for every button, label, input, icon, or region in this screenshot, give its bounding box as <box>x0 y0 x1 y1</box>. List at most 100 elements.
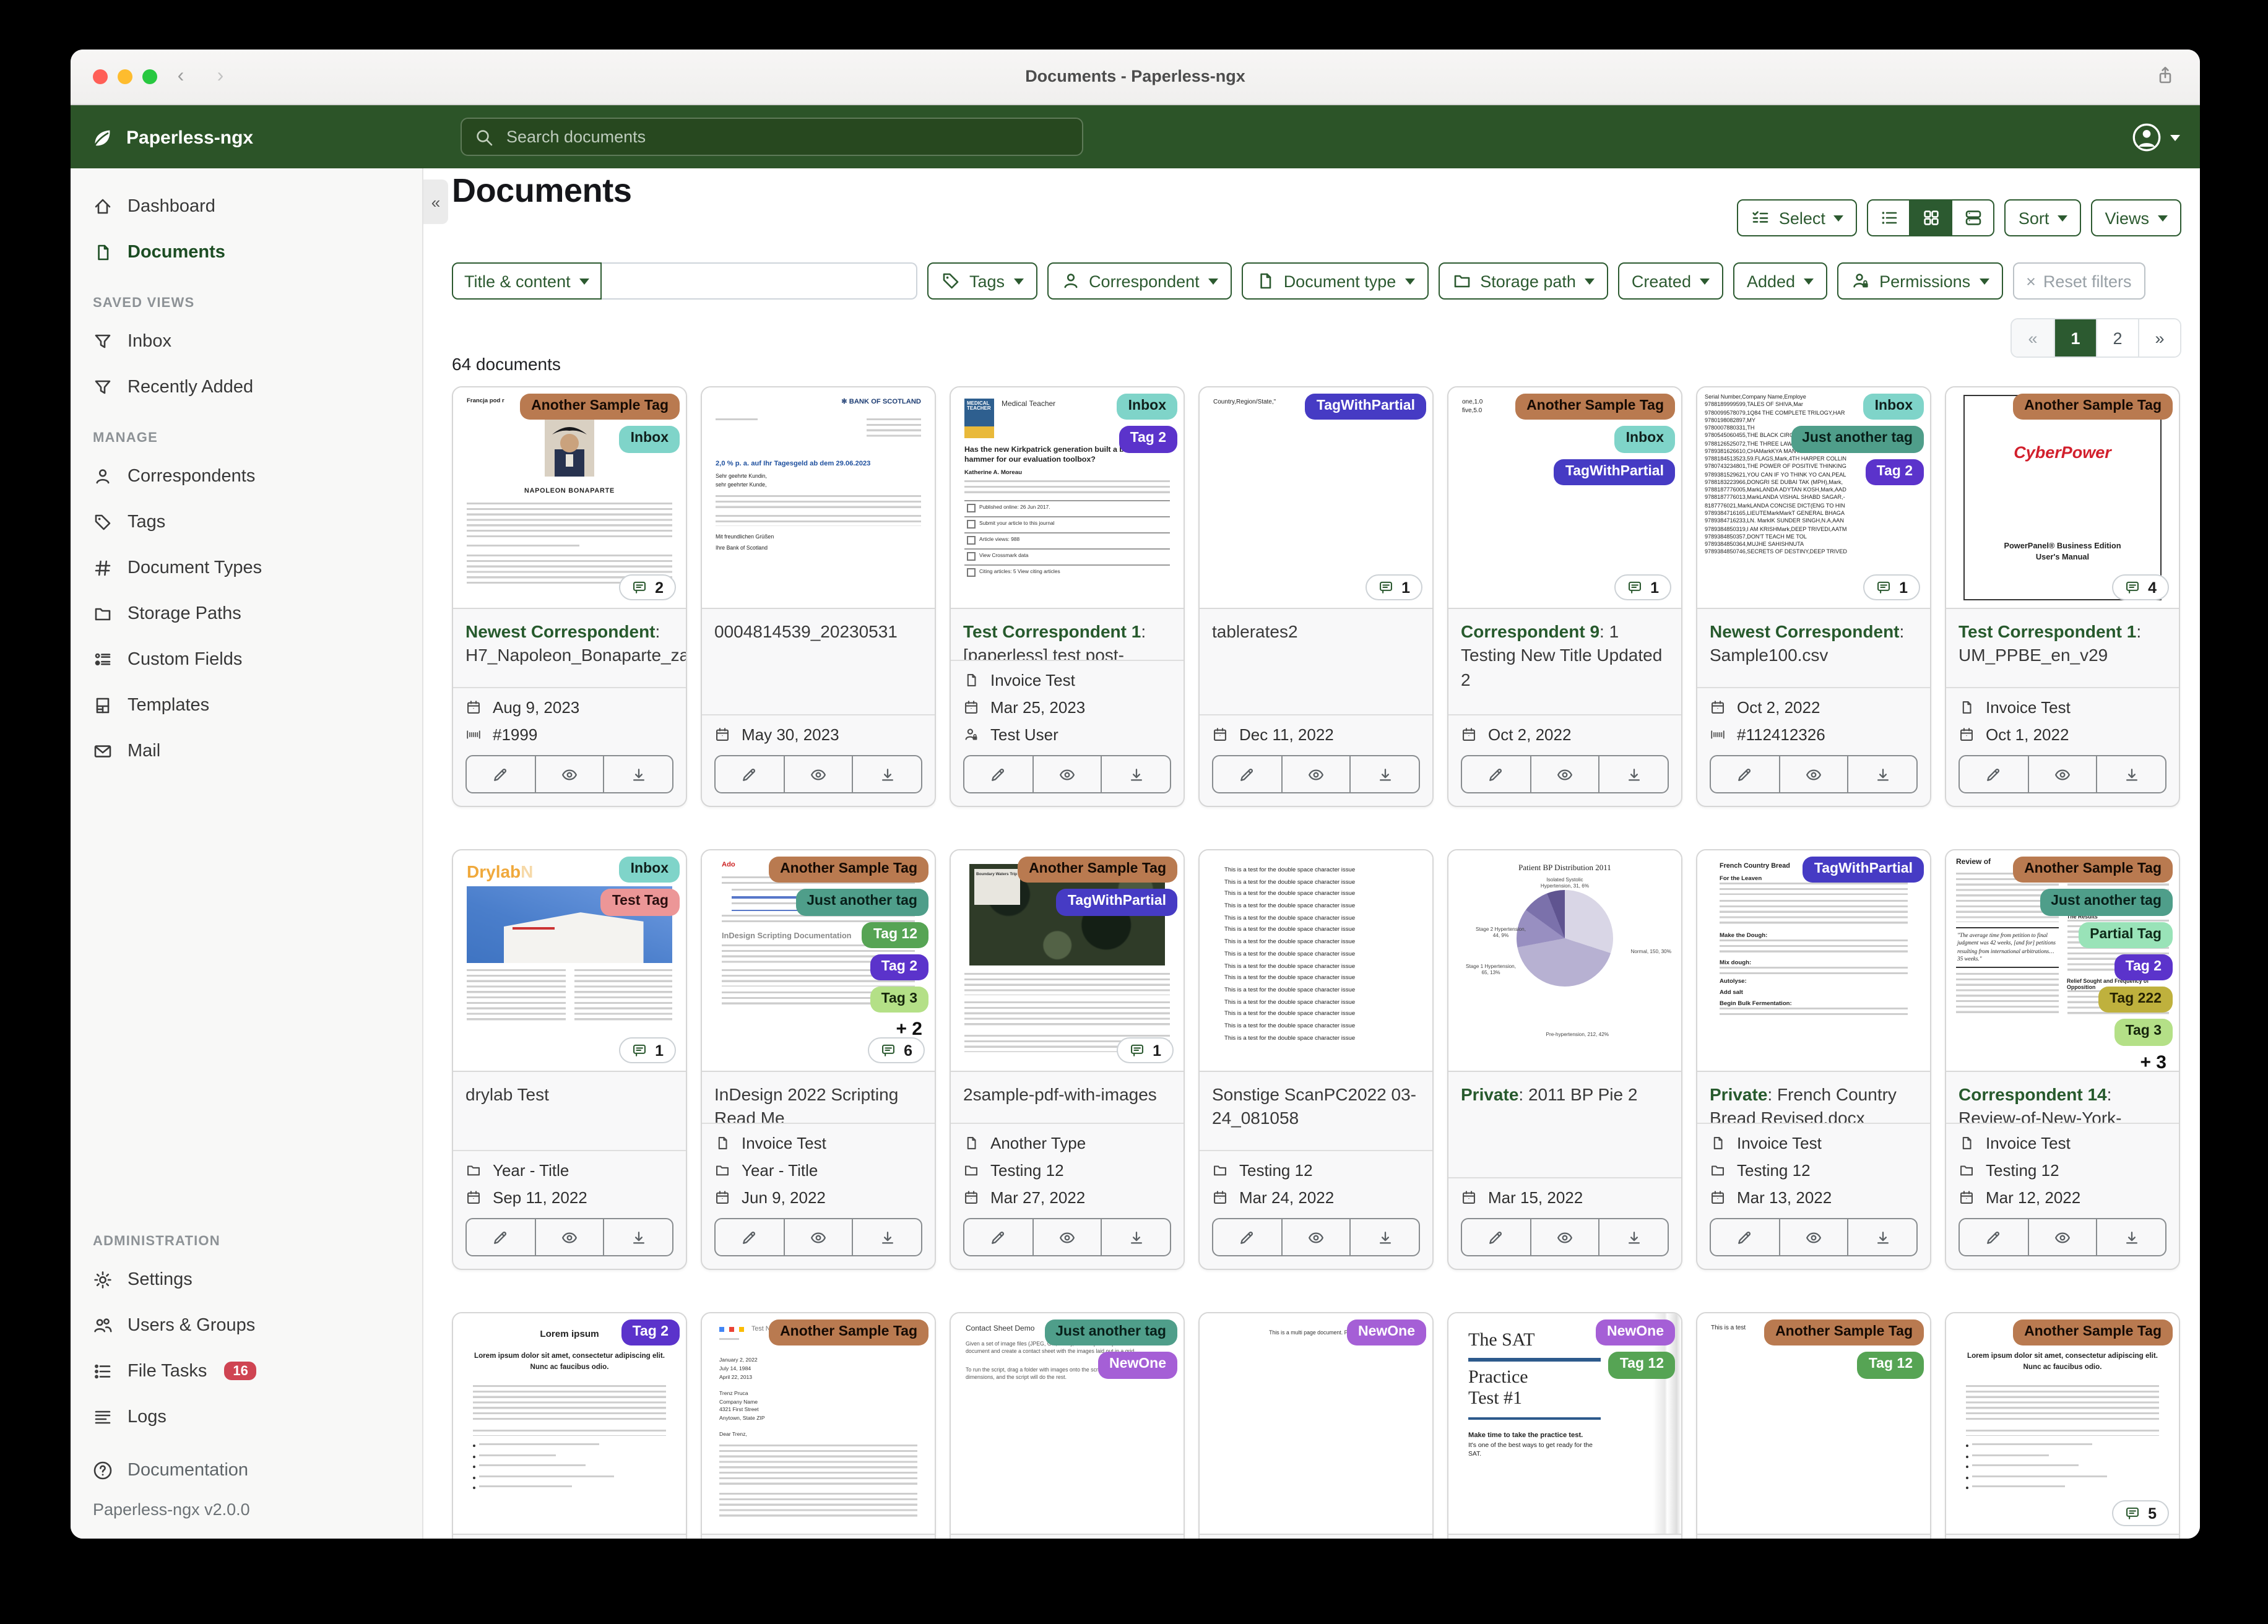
tag-pill[interactable]: TagWithPartial <box>1554 459 1675 485</box>
preview-button[interactable] <box>2027 1219 2096 1255</box>
document-card[interactable]: CyberPower PowerPanel® Business Edition U… <box>1945 386 2180 807</box>
preview-button[interactable] <box>1530 1219 1598 1255</box>
tag-pill[interactable]: Another Sample Tag <box>2013 394 2173 420</box>
download-button[interactable] <box>852 1219 921 1255</box>
comment-count-badge[interactable]: 1 <box>1863 574 1920 600</box>
document-preview[interactable]: This is a multi page document. Page 1. Ne… <box>1200 1313 1432 1535</box>
tag-pill[interactable]: Tag 2 <box>1119 426 1177 452</box>
pagination-prev[interactable]: « <box>2012 319 2054 356</box>
document-title[interactable] <box>951 1535 1184 1539</box>
document-title[interactable]: 0004814539_20230531 <box>702 609 935 714</box>
comment-count-badge[interactable]: 1 <box>619 1037 676 1063</box>
sidebar-item-dashboard[interactable]: Dashboard <box>71 183 422 229</box>
document-title[interactable] <box>1946 1535 2179 1539</box>
document-preview[interactable]: Lorem ipsum Lorem ipsum dolor sit amet, … <box>1946 1313 2179 1535</box>
comment-count-badge[interactable]: 6 <box>868 1037 925 1063</box>
comment-count-badge[interactable]: 2 <box>619 574 676 600</box>
tag-pill[interactable]: Tag 2 <box>621 1320 680 1346</box>
preview-button[interactable] <box>783 756 852 792</box>
app-brand[interactable]: Paperless-ngx <box>90 105 253 170</box>
document-title[interactable]: Sonstige ScanPC2022 03-24_081058 <box>1200 1072 1432 1150</box>
preview-button[interactable] <box>783 1219 852 1255</box>
global-search[interactable] <box>461 118 1083 156</box>
edit-button[interactable] <box>1711 1219 1778 1255</box>
pagination-page-1[interactable]: 1 <box>2054 319 2096 356</box>
document-preview[interactable]: French Country Bread For the Leaven Make… <box>1697 850 1930 1072</box>
filter-added-button[interactable]: Added <box>1733 262 1828 300</box>
document-title[interactable]: Private: 2011 BP Pie 2 <box>1448 1072 1681 1177</box>
preview-button[interactable] <box>534 756 603 792</box>
tag-pill[interactable]: Just another tag <box>1044 1320 1177 1346</box>
document-title[interactable] <box>1448 1535 1681 1539</box>
document-title[interactable] <box>702 1535 935 1539</box>
document-card[interactable]: This is a multi page document. Page 1. Ne… <box>1198 1312 1434 1539</box>
document-card[interactable]: ✻ BANK OF SCOTLAND 2,0 % p. a. auf Ihr T… <box>701 386 936 807</box>
sidebar-item-tags[interactable]: Tags <box>71 499 422 545</box>
document-preview[interactable]: This is a test for the double space char… <box>1200 850 1432 1072</box>
search-mode-select[interactable]: Title & content <box>452 262 602 300</box>
tag-pill[interactable]: TagWithPartial <box>1056 889 1177 915</box>
sidebar-item-correspondents[interactable]: Correspondents <box>71 453 422 499</box>
document-card[interactable]: This is a test Another Sample Tag Tag 12 <box>1696 1312 1931 1539</box>
edit-button[interactable] <box>1711 756 1778 792</box>
sidebar-item-documentation[interactable]: Documentation <box>71 1447 422 1493</box>
edit-button[interactable] <box>716 756 783 792</box>
share-icon[interactable] <box>2155 66 2175 85</box>
filter-document-type-button[interactable]: Document type <box>1241 262 1429 300</box>
document-card[interactable]: Francja pod r NAPOLEON BONAPARTE Another… <box>452 386 687 807</box>
preview-button[interactable] <box>1530 756 1598 792</box>
preview-button[interactable] <box>1281 756 1349 792</box>
download-button[interactable] <box>1101 756 1170 792</box>
tag-pill[interactable]: Partial Tag <box>2079 922 2173 948</box>
preview-button[interactable] <box>1032 756 1101 792</box>
document-preview[interactable]: one,1.0 five,5.0 Another Sample Tag Inbox Ta… <box>1448 387 1681 609</box>
view-list-button[interactable] <box>1867 199 1911 236</box>
tag-pill[interactable]: Tag 2 <box>1865 459 1924 485</box>
user-menu[interactable] <box>2132 123 2180 152</box>
comment-count-badge[interactable]: 1 <box>1117 1037 1174 1063</box>
edit-button[interactable] <box>1462 1219 1530 1255</box>
tag-pill[interactable]: Tag 2 <box>2114 954 2173 980</box>
preview-button[interactable] <box>1032 1219 1101 1255</box>
tag-pill[interactable]: NewOne <box>1595 1320 1675 1346</box>
download-button[interactable] <box>1101 1219 1170 1255</box>
filter-correspondent-button[interactable]: Correspondent <box>1047 262 1232 300</box>
document-preview[interactable]: MEDICAL TEACHER Medical Teacher Has the … <box>951 387 1184 609</box>
download-button[interactable] <box>2096 1219 2165 1255</box>
view-detail-button[interactable] <box>1951 199 1995 236</box>
document-title[interactable]: Test Correspondent 1: [paperless] test p… <box>951 609 1184 660</box>
document-card[interactable]: Boundary Waters Trip Another Sample Tag T… <box>950 849 1185 1270</box>
preview-button[interactable] <box>1778 756 1847 792</box>
document-title[interactable]: Test Correspondent 1: UM_PPBE_en_v29 <box>1946 609 2179 687</box>
download-button[interactable] <box>1349 1219 1419 1255</box>
document-preview[interactable]: ✻ BANK OF SCOTLAND 2,0 % p. a. auf Ihr T… <box>702 387 935 609</box>
download-button[interactable] <box>1598 756 1668 792</box>
view-grid-button[interactable] <box>1909 199 1953 236</box>
tag-pill[interactable]: Tag 12 <box>1608 1352 1675 1378</box>
sidebar-item-documents[interactable]: Documents <box>71 229 422 275</box>
sidebar-item-settings[interactable]: Settings <box>71 1256 422 1302</box>
tag-pill[interactable]: NewOne <box>1097 1352 1177 1378</box>
download-button[interactable] <box>1349 756 1419 792</box>
tag-pill[interactable]: Another Sample Tag <box>769 857 928 883</box>
document-card[interactable]: Review of "The average time from petitio… <box>1945 849 2180 1270</box>
comment-count-badge[interactable]: 1 <box>1366 574 1422 600</box>
tag-pill[interactable]: TagWithPartial <box>1305 394 1426 420</box>
preview-button[interactable] <box>2027 756 2096 792</box>
document-card[interactable]: The SAT Practice Test #1 Make time to ta… <box>1447 1312 1682 1539</box>
document-card[interactable]: one,1.0 five,5.0 Another Sample Tag Inbox Ta… <box>1447 386 1682 807</box>
sidebar-item-document-types[interactable]: Document Types <box>71 545 422 590</box>
document-title[interactable]: Private: French Country Bread Revised.do… <box>1697 1072 1930 1123</box>
document-card[interactable]: Ado InDesign Scripting Documentation Ano… <box>701 849 936 1270</box>
document-preview[interactable]: Francja pod r NAPOLEON BONAPARTE Another… <box>453 387 686 609</box>
document-title[interactable]: Newest Correspondent: Sample100.csv <box>1697 609 1930 687</box>
tag-pill[interactable]: Tag 3 <box>2114 1019 2173 1045</box>
document-preview[interactable]: Serial Number,Company Name,Employe 978818… <box>1697 387 1930 609</box>
download-button[interactable] <box>852 756 921 792</box>
document-preview[interactable]: Patient BP Distribution 2011 Isolated Sy… <box>1448 850 1681 1072</box>
download-button[interactable] <box>603 1219 672 1255</box>
tag-pill[interactable]: Just another tag <box>795 889 928 915</box>
tag-pill[interactable]: Another Sample Tag <box>520 394 680 420</box>
document-title[interactable]: 2sample-pdf-with-images <box>951 1072 1184 1123</box>
sidebar-item-mail[interactable]: Mail <box>71 728 422 774</box>
